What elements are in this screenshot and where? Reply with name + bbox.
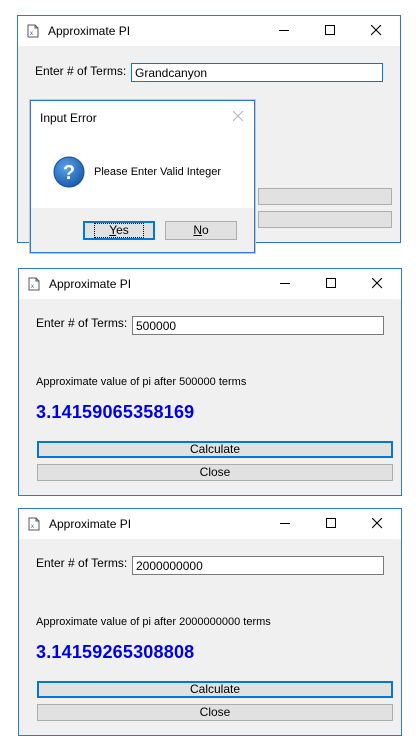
- window-approximate-pi-3: x Approximate PI Enter # of Terms: 20000…: [18, 508, 402, 736]
- pi-result: 3.14159065358169: [36, 402, 195, 422]
- dialog-title-bar[interactable]: Input Error: [31, 101, 254, 134]
- yes-label-rest: es: [116, 223, 129, 237]
- app-icon: x: [28, 277, 40, 291]
- maximize-icon: [326, 518, 336, 528]
- window-title: Approximate PI: [49, 277, 132, 291]
- close-window-button[interactable]: [355, 269, 401, 299]
- result-label: Approximate value of pi after 2000000000…: [36, 616, 271, 628]
- svg-text:?: ?: [63, 162, 75, 184]
- title-bar[interactable]: x Approximate PI: [19, 509, 401, 539]
- terms-input[interactable]: 500000: [132, 316, 384, 335]
- calculate-button[interactable]: Calculate: [37, 681, 393, 698]
- yes-button[interactable]: Yes: [83, 221, 155, 240]
- result-label: Approximate value of pi after 500000 ter…: [36, 376, 247, 388]
- dialog-close-icon[interactable]: [233, 111, 244, 122]
- dialog-footer: Yes No: [31, 208, 254, 252]
- maximize-button[interactable]: [308, 16, 354, 46]
- minimize-button[interactable]: [263, 269, 309, 299]
- app-icon: x: [28, 517, 40, 531]
- terms-input[interactable]: Grandcanyon: [131, 63, 383, 82]
- title-bar[interactable]: x Approximate PI: [19, 269, 401, 299]
- question-icon: ?: [53, 156, 85, 188]
- no-mnemonic: N: [193, 223, 202, 237]
- close-window-button[interactable]: [355, 509, 401, 539]
- input-error-dialog: Input Error ? Please Enter Valid Integer…: [30, 100, 255, 253]
- svg-text:x: x: [31, 284, 34, 290]
- no-button[interactable]: No: [165, 221, 237, 240]
- close-button[interactable]: Close: [37, 464, 393, 481]
- maximize-button[interactable]: [309, 269, 355, 299]
- dialog-title: Input Error: [40, 111, 97, 125]
- window-title: Approximate PI: [49, 517, 132, 531]
- dialog-body: ? Please Enter Valid Integer: [31, 134, 254, 208]
- calculate-button[interactable]: [258, 188, 392, 205]
- close-icon: [371, 25, 382, 36]
- pi-result: 3.14159265308808: [36, 642, 195, 662]
- close-window-button[interactable]: [354, 16, 400, 46]
- minimize-icon: [280, 523, 290, 524]
- terms-input[interactable]: 2000000000: [132, 556, 384, 575]
- window-approximate-pi-2: x Approximate PI Enter # of Terms: 50000…: [18, 268, 402, 496]
- close-button[interactable]: Close: [37, 704, 393, 721]
- dialog-message: Please Enter Valid Integer: [94, 166, 221, 178]
- terms-label: Enter # of Terms:: [36, 316, 128, 330]
- close-icon: [372, 518, 383, 529]
- calculate-button[interactable]: Calculate: [37, 441, 393, 458]
- minimize-icon: [279, 30, 289, 31]
- minimize-button[interactable]: [263, 509, 309, 539]
- svg-text:x: x: [31, 524, 34, 530]
- title-bar[interactable]: x Approximate PI: [18, 16, 400, 46]
- app-icon: x: [27, 24, 39, 38]
- maximize-button[interactable]: [309, 509, 355, 539]
- close-icon: [372, 278, 383, 289]
- minimize-button[interactable]: [262, 16, 308, 46]
- no-label-rest: o: [201, 223, 209, 237]
- close-button[interactable]: [258, 211, 392, 228]
- window-title: Approximate PI: [48, 24, 131, 38]
- maximize-icon: [325, 25, 335, 35]
- terms-label: Enter # of Terms:: [35, 64, 127, 78]
- svg-text:x: x: [30, 31, 33, 37]
- terms-label: Enter # of Terms:: [36, 556, 128, 570]
- minimize-icon: [280, 283, 290, 284]
- maximize-icon: [326, 278, 336, 288]
